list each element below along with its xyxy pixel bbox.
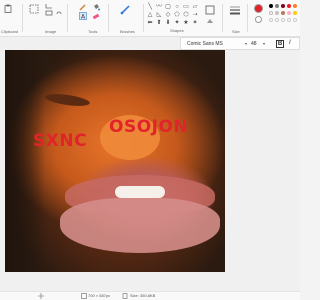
diamond-shape-icon[interactable]: ◇ — [164, 11, 172, 19]
right-arrow-shape-icon[interactable]: ➝ — [191, 11, 199, 19]
custom-color-slot[interactable] — [275, 18, 279, 22]
secondary-color-swatch[interactable] — [255, 16, 262, 23]
up-arrow-shape-icon[interactable]: ⬆ — [155, 19, 163, 27]
custom-color-slot[interactable] — [269, 18, 273, 22]
resize-icon[interactable] — [45, 10, 53, 16]
color-brown-swatch[interactable] — [281, 11, 285, 15]
tools-group: A Tools — [68, 0, 108, 37]
chevron-down-icon[interactable]: ▾ — [245, 41, 247, 46]
down-arrow-shape-icon[interactable]: ⬇ — [164, 19, 172, 27]
text-format-toolbar: Comic Sans MS ▾ 48 ▾ B I — [180, 37, 300, 50]
four-point-star-shape-icon[interactable]: ✦ — [173, 19, 181, 27]
image-dimensions: 700 × 587px — [88, 293, 111, 298]
fill-icon[interactable] — [92, 3, 100, 11]
cursor-position-icon — [38, 293, 44, 299]
rounded-rect-shape-icon[interactable]: ▭ — [182, 3, 190, 11]
shapes-gallery: ╲ 〰 ▢ ○ ▭ ▱ △ ◺ ◇ ⬠ ⬡ ➝ ⬅ ⬆ ⬇ ✦ ★ ✶ — [146, 3, 198, 28]
curve-shape-icon[interactable]: 〰 — [155, 3, 163, 11]
five-point-star-shape-icon[interactable]: ★ — [182, 19, 190, 27]
brushes-label: Brushes — [120, 29, 135, 34]
canvas-text-sxnc[interactable]: SXNC — [33, 131, 87, 151]
shapes-label: Shapes — [170, 28, 184, 33]
rotate-icon[interactable] — [55, 10, 63, 16]
brushes-group: Brushes — [109, 0, 143, 37]
color-gray-swatch[interactable] — [275, 4, 279, 8]
canvas-text-osojon[interactable]: OSOJON — [109, 117, 188, 137]
custom-color-slot[interactable] — [293, 18, 297, 22]
select-icon[interactable] — [29, 4, 39, 14]
polygon-shape-icon[interactable]: ▱ — [191, 3, 199, 11]
selection-size-icon — [81, 293, 87, 299]
pencil-icon[interactable] — [79, 3, 87, 11]
file-size: Size: 350.8KB — [130, 293, 156, 298]
line-shape-icon[interactable]: ╲ — [146, 3, 154, 11]
colors-group — [248, 0, 300, 37]
rectangle-shape-icon[interactable]: ▢ — [164, 3, 172, 11]
left-arrow-shape-icon[interactable]: ⬅ — [146, 19, 154, 27]
bold-button[interactable]: B — [276, 40, 284, 48]
line-size-icon[interactable] — [229, 4, 241, 16]
font-family-select[interactable]: Comic Sans MS — [187, 41, 223, 47]
photo-lower-lip — [60, 198, 220, 253]
color-gold-swatch[interactable] — [293, 11, 297, 15]
color-dark-red-swatch[interactable] — [281, 4, 285, 8]
canvas-workspace: SXNC OSOJON — [0, 37, 300, 291]
color-red-swatch[interactable] — [287, 4, 291, 8]
paste-icon[interactable] — [4, 4, 12, 13]
color-orange-swatch[interactable] — [293, 4, 297, 8]
photo-shadow — [5, 50, 45, 272]
chevron-down-icon[interactable]: ▾ — [263, 41, 265, 46]
image-group: Image — [23, 0, 67, 37]
custom-color-slot[interactable] — [287, 18, 291, 22]
color-black-swatch[interactable] — [269, 4, 273, 8]
shape-fill-icon[interactable] — [205, 17, 215, 25]
primary-color-swatch[interactable] — [254, 4, 263, 13]
color-white-swatch[interactable] — [269, 11, 273, 15]
triangle-shape-icon[interactable]: △ — [146, 11, 154, 19]
tools-label: Tools — [88, 29, 98, 34]
ribbon-toolbar: Clipboard Image A Tools Brushes ╲ 〰 ▢ ○ … — [0, 0, 300, 37]
size-label: Size — [232, 29, 240, 34]
status-bar: 700 × 587px Size: 350.8KB — [0, 291, 300, 300]
eraser-icon[interactable] — [92, 12, 100, 20]
size-group: Size — [223, 0, 247, 37]
photo-teeth — [115, 186, 165, 198]
right-triangle-shape-icon[interactable]: ◺ — [155, 11, 163, 19]
six-point-star-shape-icon[interactable]: ✶ — [191, 19, 199, 27]
drawing-canvas[interactable]: SXNC OSOJON — [5, 50, 225, 272]
image-label: Image — [45, 29, 57, 34]
pentagon-shape-icon[interactable]: ⬠ — [173, 11, 181, 19]
crop-icon[interactable] — [45, 3, 53, 9]
text-icon[interactable]: A — [79, 12, 87, 20]
divider — [143, 4, 144, 32]
oval-shape-icon[interactable]: ○ — [173, 3, 181, 11]
italic-button[interactable]: I — [289, 40, 291, 46]
clipboard-label: Clipboard — [1, 29, 19, 34]
custom-color-slot[interactable] — [281, 18, 285, 22]
shape-outline-icon[interactable] — [205, 5, 215, 15]
hexagon-shape-icon[interactable]: ⬡ — [182, 11, 190, 19]
font-size-select[interactable]: 48 — [251, 41, 257, 47]
clipboard-group: Clipboard — [0, 0, 22, 37]
brush-icon[interactable] — [120, 3, 132, 15]
color-light-gray-swatch[interactable] — [275, 11, 279, 15]
file-size-icon — [122, 293, 128, 299]
color-pink-swatch[interactable] — [287, 11, 291, 15]
